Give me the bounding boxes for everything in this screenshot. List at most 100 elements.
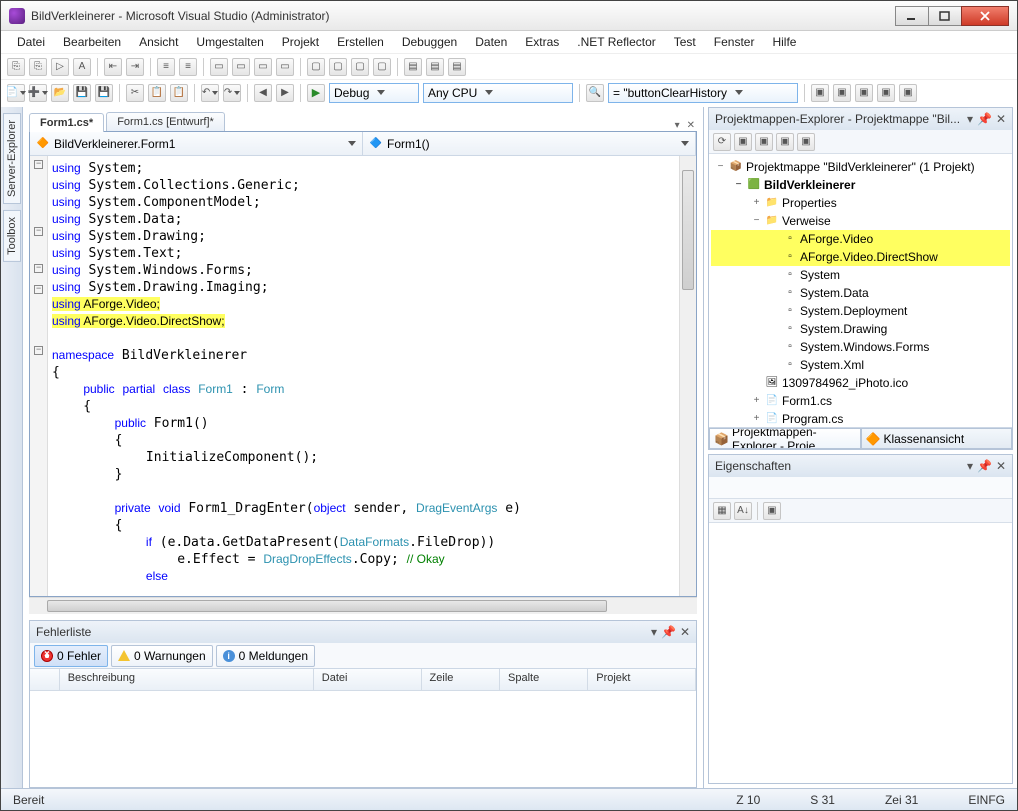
- tree-node[interactable]: ▫System.Deployment: [711, 302, 1010, 320]
- error-col-header[interactable]: Zeile: [422, 669, 500, 690]
- dropdown-icon[interactable]: ▾: [967, 112, 973, 126]
- tb-btn[interactable]: ▢: [351, 58, 369, 76]
- close-icon[interactable]: ✕: [680, 625, 690, 639]
- expand-icon[interactable]: +: [751, 392, 762, 410]
- tab-dropdown-icon[interactable]: ▾: [673, 120, 682, 131]
- paste-button[interactable]: 📋: [170, 84, 188, 102]
- tb-btn[interactable]: ▭: [232, 58, 250, 76]
- document-tab[interactable]: Form1.cs*: [29, 113, 104, 132]
- menu-projekt[interactable]: Projekt: [274, 33, 327, 51]
- expand-icon[interactable]: +: [751, 410, 762, 427]
- toolbox-tab[interactable]: Toolbox: [3, 210, 21, 262]
- vertical-scrollbar[interactable]: [679, 156, 696, 596]
- tb-pointer[interactable]: ▷: [51, 58, 69, 76]
- tb-btn[interactable]: ⎘: [7, 58, 25, 76]
- tb-btn[interactable]: A: [73, 58, 91, 76]
- tree-node[interactable]: ▫System.Drawing: [711, 320, 1010, 338]
- menu-bearbeiten[interactable]: Bearbeiten: [55, 33, 129, 51]
- tb-comment[interactable]: ≡: [157, 58, 175, 76]
- menu-datei[interactable]: Datei: [9, 33, 53, 51]
- menu-umgestalten[interactable]: Umgestalten: [188, 33, 271, 51]
- outline-margin[interactable]: [30, 156, 48, 596]
- messages-filter[interactable]: i0 Meldungen: [216, 645, 315, 667]
- tb-btn[interactable]: ▭: [254, 58, 272, 76]
- tb-btn[interactable]: ▤: [448, 58, 466, 76]
- tree-node[interactable]: ▫AForge.Video.DirectShow: [711, 248, 1010, 266]
- tree-node[interactable]: ▫System.Xml: [711, 356, 1010, 374]
- menu-test[interactable]: Test: [666, 33, 704, 51]
- tb-btn[interactable]: ▭: [276, 58, 294, 76]
- redo-button[interactable]: ↷: [223, 84, 241, 102]
- menu-debuggen[interactable]: Debuggen: [394, 33, 465, 51]
- dropdown-icon[interactable]: ▾: [967, 459, 973, 473]
- sol-tb-btn[interactable]: ⟳: [713, 133, 731, 151]
- menu-erstellen[interactable]: Erstellen: [329, 33, 392, 51]
- member-nav-combo[interactable]: 🔷Form1(): [363, 132, 696, 155]
- server-explorer-tab[interactable]: Server-Explorer: [3, 113, 21, 204]
- tree-node[interactable]: +📄Form1.cs: [711, 392, 1010, 410]
- start-debug-button[interactable]: ▶: [307, 84, 325, 102]
- tree-node[interactable]: −🟩BildVerkleinerer: [711, 176, 1010, 194]
- sol-tb-btn[interactable]: ▣: [755, 133, 773, 151]
- open-button[interactable]: 📂: [51, 84, 69, 102]
- undo-button[interactable]: ↶: [201, 84, 219, 102]
- tree-node[interactable]: ▫System.Windows.Forms: [711, 338, 1010, 356]
- tree-node[interactable]: +📄Program.cs: [711, 410, 1010, 427]
- tree-node[interactable]: ▫System: [711, 266, 1010, 284]
- error-col-header[interactable]: Spalte: [500, 669, 588, 690]
- tb-btn[interactable]: ▤: [404, 58, 422, 76]
- tb-btn[interactable]: ▣: [877, 84, 895, 102]
- save-all-button[interactable]: 💾: [95, 84, 113, 102]
- menu-daten[interactable]: Daten: [467, 33, 515, 51]
- code-area[interactable]: using System; using System.Collections.G…: [48, 156, 679, 596]
- add-item-button[interactable]: ➕: [29, 84, 47, 102]
- tb-btn[interactable]: ▢: [307, 58, 325, 76]
- tb-uncomment[interactable]: ≡: [179, 58, 197, 76]
- sol-tb-btn[interactable]: ▣: [776, 133, 794, 151]
- platform-combo[interactable]: Any CPU: [423, 83, 573, 103]
- errors-filter[interactable]: 0 Fehler: [34, 645, 108, 667]
- sol-tb-btn[interactable]: ▣: [797, 133, 815, 151]
- cut-button[interactable]: ✂: [126, 84, 144, 102]
- tree-node[interactable]: ▫AForge.Video: [711, 230, 1010, 248]
- sol-tb-btn[interactable]: ▣: [734, 133, 752, 151]
- expand-icon[interactable]: +: [751, 194, 762, 212]
- tb-btn[interactable]: ⎘: [29, 58, 47, 76]
- tb-outdent[interactable]: ⇤: [104, 58, 122, 76]
- tree-node[interactable]: +📁Properties: [711, 194, 1010, 212]
- config-combo[interactable]: Debug: [329, 83, 419, 103]
- tb-btn[interactable]: ▣: [811, 84, 829, 102]
- expand-icon[interactable]: −: [751, 212, 762, 230]
- horizontal-scrollbar[interactable]: [29, 597, 697, 614]
- pin-icon[interactable]: 📌: [661, 625, 676, 639]
- menu-extras[interactable]: Extras: [517, 33, 567, 51]
- nav-fwd-button[interactable]: ▶: [276, 84, 294, 102]
- expand-icon[interactable]: −: [733, 176, 744, 194]
- tree-node[interactable]: 🖼1309784962_iPhoto.ico: [711, 374, 1010, 392]
- pin-icon[interactable]: 📌: [977, 459, 992, 473]
- tree-node[interactable]: −📁Verweise: [711, 212, 1010, 230]
- nav-back-button[interactable]: ◀: [254, 84, 272, 102]
- solution-explorer-tab[interactable]: 📦Projektmappen-Explorer - Proje...: [709, 428, 861, 449]
- find-combo[interactable]: = "buttonClearHistory: [608, 83, 798, 103]
- class-view-tab[interactable]: 🔶Klassenansicht: [861, 428, 1013, 449]
- document-tab[interactable]: Form1.cs [Entwurf]*: [106, 112, 225, 131]
- tree-node[interactable]: −📦Projektmappe "BildVerkleinerer" (1 Pro…: [711, 158, 1010, 176]
- tree-node[interactable]: ▫System.Data: [711, 284, 1010, 302]
- menu-hilfe[interactable]: Hilfe: [764, 33, 804, 51]
- tb-btn[interactable]: ▣: [855, 84, 873, 102]
- error-col-header[interactable]: Projekt: [588, 669, 696, 690]
- alphabetical-button[interactable]: A↓: [734, 502, 752, 520]
- props-tb-btn[interactable]: ▣: [763, 502, 781, 520]
- categorized-button[interactable]: ▦: [713, 502, 731, 520]
- solution-tree[interactable]: −📦Projektmappe "BildVerkleinerer" (1 Pro…: [709, 154, 1012, 427]
- error-col-header[interactable]: Beschreibung: [60, 669, 314, 690]
- maximize-button[interactable]: [928, 6, 962, 26]
- menu-netreflector[interactable]: .NET Reflector: [569, 33, 663, 51]
- pin-icon[interactable]: 📌: [977, 112, 992, 126]
- expand-icon[interactable]: −: [715, 158, 726, 176]
- close-icon[interactable]: ✕: [996, 112, 1006, 126]
- close-button[interactable]: [961, 6, 1009, 26]
- dropdown-icon[interactable]: ▾: [651, 625, 657, 639]
- save-button[interactable]: 💾: [73, 84, 91, 102]
